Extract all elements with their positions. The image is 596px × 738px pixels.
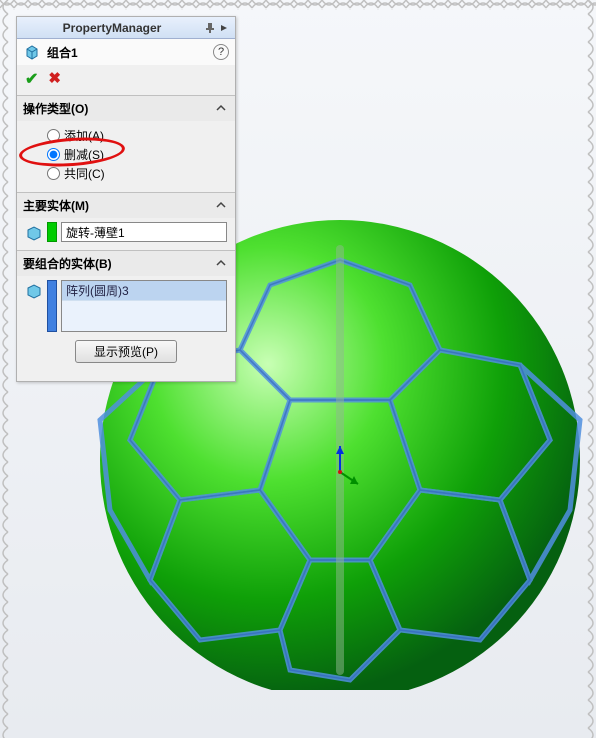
section-header-optype[interactable]: 操作类型(O) bbox=[17, 96, 235, 121]
pushpin-icon[interactable] bbox=[203, 21, 217, 35]
section-header-combine[interactable]: 要组合的实体(B) bbox=[17, 251, 235, 276]
property-manager-panel: PropertyManager 组合1 ? ✔ ✖ 操作类型(O) bbox=[16, 16, 236, 382]
help-icon[interactable]: ? bbox=[213, 44, 229, 60]
radio-add[interactable]: 添加(A) bbox=[47, 127, 227, 144]
confirm-row: ✔ ✖ bbox=[17, 65, 235, 95]
section-main-entity: 主要实体(M) bbox=[17, 192, 235, 250]
combine-feature-icon bbox=[23, 43, 41, 61]
radio-subtract-input[interactable] bbox=[47, 148, 60, 161]
combine-entity-list[interactable]: 阵列(圆周)3 bbox=[61, 280, 227, 332]
color-chip-combine bbox=[47, 280, 57, 332]
section-operation-type: 操作类型(O) 添加(A) 删减(S) 共同(C) bbox=[17, 95, 235, 192]
ok-icon[interactable]: ✔ bbox=[25, 69, 38, 89]
radio-common-input[interactable] bbox=[47, 167, 60, 180]
radio-add-input[interactable] bbox=[47, 129, 60, 142]
main-entity-input[interactable] bbox=[61, 222, 227, 242]
feature-name: 组合1 bbox=[47, 44, 213, 61]
body-icon bbox=[25, 282, 43, 300]
color-chip-main bbox=[47, 222, 57, 242]
collapse-icon[interactable] bbox=[215, 199, 229, 213]
section-header-mainentity[interactable]: 主要实体(M) bbox=[17, 193, 235, 218]
cancel-icon[interactable]: ✖ bbox=[48, 69, 61, 89]
flyout-arrow-icon[interactable] bbox=[217, 21, 231, 35]
radio-common[interactable]: 共同(C) bbox=[47, 165, 227, 182]
preview-button[interactable]: 显示预览(P) bbox=[75, 340, 177, 363]
list-item[interactable]: 阵列(圆周)3 bbox=[62, 281, 226, 301]
radio-subtract[interactable]: 删减(S) bbox=[47, 146, 227, 163]
feature-header: 组合1 ? bbox=[17, 39, 235, 65]
collapse-icon[interactable] bbox=[215, 257, 229, 271]
list-empty-row[interactable] bbox=[62, 301, 226, 331]
section-combine-entities: 要组合的实体(B) 阵列(圆周)3 显示预览(P) bbox=[17, 250, 235, 381]
collapse-icon[interactable] bbox=[215, 102, 229, 116]
body-icon bbox=[25, 224, 43, 242]
panel-titlebar: PropertyManager bbox=[17, 17, 235, 39]
panel-title: PropertyManager bbox=[21, 21, 203, 35]
